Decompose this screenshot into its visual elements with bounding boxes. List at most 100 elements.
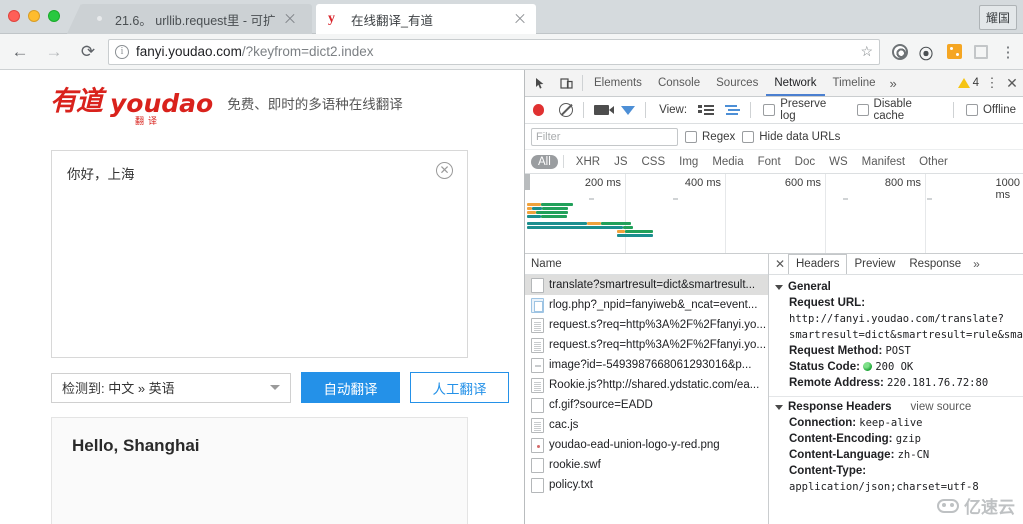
request-row-3[interactable]: request.s?req=http%3A%2F%2Ffanyi.yo...	[525, 335, 768, 355]
human-translate-button[interactable]: 人工翻译	[410, 372, 509, 403]
doc-file-icon	[531, 477, 544, 493]
detail-tab-preview[interactable]: Preview	[847, 255, 902, 274]
type-filter-css[interactable]: CSS	[634, 155, 672, 169]
close-icon[interactable]: ✕	[772, 257, 788, 271]
detail-tab-response[interactable]: Response	[902, 255, 968, 274]
offline-checkbox[interactable]: Offline	[959, 104, 1023, 116]
script-file-icon	[531, 317, 544, 333]
request-list-header[interactable]: Name	[525, 254, 768, 275]
inspect-cursor-icon[interactable]	[527, 70, 553, 96]
window-extra-button[interactable]: 耀国	[978, 5, 1017, 30]
general-section-header[interactable]: General	[769, 279, 1023, 295]
funnel-icon[interactable]	[616, 97, 641, 123]
kebab-menu-icon[interactable]: ⋮	[983, 75, 1001, 91]
info-circle-icon[interactable]: i	[115, 44, 129, 59]
view-label: View:	[659, 104, 688, 116]
close-icon[interactable]: ✕	[1001, 75, 1023, 92]
filter-input[interactable]	[531, 127, 678, 146]
request-row-4[interactable]: image?id=-5493987668061293016&p...	[525, 355, 768, 375]
request-row-7[interactable]: cac.js	[525, 415, 768, 435]
type-filter-js[interactable]: JS	[607, 155, 634, 169]
link-extension-icon[interactable]: ⦿	[915, 40, 939, 64]
network-split-view: Name translate?smartresult=dict&smartres…	[525, 254, 1023, 524]
devtools-tab-elements[interactable]: Elements	[586, 70, 650, 96]
translation-input-box[interactable]: 你好，上海 ✕	[51, 150, 468, 358]
language-select[interactable]: 检测到: 中文 » 英语	[51, 372, 291, 403]
minimize-window-button[interactable]	[28, 10, 40, 22]
devtools-tab-timeline[interactable]: Timeline	[825, 70, 884, 96]
kebab-menu-icon[interactable]: ⋮	[996, 40, 1020, 64]
reader-extension-icon[interactable]	[969, 40, 993, 64]
tab-title: 在线翻译_有道	[351, 13, 433, 28]
request-url-row: Request URL: http://fanyi.youdao.com/tra…	[769, 295, 1023, 343]
preserve-log-checkbox[interactable]: Preserve log	[756, 98, 847, 122]
page-slogan: 免费、即时的多语种在线翻译	[227, 97, 403, 112]
logo-chinese-text: 有道	[50, 86, 103, 117]
browser-tab-1[interactable]: y 在线翻译_有道	[316, 4, 536, 34]
browser-tab-0[interactable]: 21.6。 urllib.request里 - 可扩	[80, 4, 312, 34]
star-icon[interactable]: ☆	[860, 43, 873, 60]
youdao-logo[interactable]: 有道 youdao 免费、即时的多语种在线翻译	[0, 70, 524, 117]
warning-indicator[interactable]: 4	[957, 77, 983, 89]
request-row-1[interactable]: rlog.php?_npid=fanyiweb&_ncat=event...	[525, 295, 768, 315]
maximize-window-button[interactable]	[48, 10, 60, 22]
detail-tab-headers[interactable]: Headers	[788, 254, 848, 274]
request-row-0[interactable]: translate?smartresult=dict&smartresult..…	[525, 275, 768, 295]
address-bar[interactable]: i fanyi.youdao.com /?keyfrom=dict2.index…	[108, 38, 880, 65]
devtools-tab-sources[interactable]: Sources	[708, 70, 766, 96]
checkbox-box[interactable]	[856, 104, 869, 116]
tab-close-icon[interactable]	[512, 11, 528, 27]
type-filter-manifest[interactable]: Manifest	[855, 155, 912, 169]
chevron-down-icon	[270, 385, 280, 390]
type-filter-all[interactable]: All	[531, 154, 558, 169]
request-row-9[interactable]: rookie.swf	[525, 455, 768, 475]
response-header-row-3: Content-Type: application/json;charset=u…	[769, 463, 1023, 495]
type-filter-ws[interactable]: WS	[822, 155, 855, 169]
checkbox-box[interactable]	[742, 130, 755, 143]
type-filter-media[interactable]: Media	[705, 155, 750, 169]
type-filter-other[interactable]: Other	[912, 155, 955, 169]
list-view-icon[interactable]	[694, 97, 719, 123]
network-overview-timeline[interactable]: 200 ms 400 ms 600 ms 800 ms 1000 ms	[525, 174, 1023, 254]
devtools-tab-network[interactable]: Network	[766, 70, 825, 96]
record-dot-icon[interactable]	[533, 104, 545, 116]
reload-icon[interactable]: ⟳	[74, 38, 102, 66]
request-row-6[interactable]: cf.gif?source=EADD	[525, 395, 768, 415]
request-row-10[interactable]: policy.txt	[525, 475, 768, 495]
disable-cache-checkbox[interactable]: Disable cache	[850, 98, 949, 122]
tab-close-icon[interactable]	[282, 11, 298, 27]
request-url-value: http://fanyi.youdao.com/translate?smartr…	[789, 313, 1023, 341]
checkbox-box[interactable]	[763, 104, 776, 116]
waterfall-view-icon[interactable]	[721, 97, 746, 123]
request-row-5[interactable]: Rookie.js?http://shared.ydstatic.com/ea.…	[525, 375, 768, 395]
header-value: zh-CN	[897, 449, 930, 461]
request-name: Rookie.js?http://shared.ydstatic.com/ea.…	[549, 379, 760, 391]
swirl-extension-icon[interactable]	[888, 40, 912, 64]
checkbox-box[interactable]	[965, 104, 978, 116]
request-row-2[interactable]: request.s?req=http%3A%2F%2Ffanyi.yo...	[525, 315, 768, 335]
devtools-tab-console[interactable]: Console	[650, 70, 708, 96]
type-filter-img[interactable]: Img	[672, 155, 705, 169]
puzzle-extension-icon[interactable]	[942, 40, 966, 64]
chevron-double-right-icon[interactable]: »	[968, 257, 985, 271]
clear-no-entry-icon[interactable]	[553, 97, 578, 123]
auto-translate-button[interactable]: 自动翻译	[301, 372, 400, 403]
response-headers-section-header[interactable]: Response Headers view source	[769, 399, 1023, 415]
regex-checkbox[interactable]: Regex	[685, 130, 735, 143]
network-request-list[interactable]: Name translate?smartresult=dict&smartres…	[525, 254, 769, 524]
close-window-button[interactable]	[8, 10, 20, 22]
type-filter-xhr[interactable]: XHR	[569, 155, 607, 169]
hide-data-urls-checkbox[interactable]: Hide data URLs	[742, 130, 840, 143]
type-filter-doc[interactable]: Doc	[788, 155, 822, 169]
request-row-8[interactable]: youdao-ead-union-logo-y-red.png	[525, 435, 768, 455]
device-toolbar-icon[interactable]	[553, 70, 579, 96]
view-source-link[interactable]: view source	[911, 401, 972, 413]
checkbox-box[interactable]	[685, 130, 697, 143]
chevron-double-right-icon[interactable]: »	[884, 76, 903, 91]
type-filter-font[interactable]: Font	[751, 155, 788, 169]
camera-icon[interactable]	[589, 97, 614, 123]
overview-drag-handle[interactable]	[525, 174, 530, 190]
back-arrow-icon[interactable]: ←	[6, 38, 34, 66]
clear-circle-icon[interactable]: ✕	[436, 162, 453, 179]
request-name: image?id=-5493987668061293016&p...	[549, 359, 752, 371]
